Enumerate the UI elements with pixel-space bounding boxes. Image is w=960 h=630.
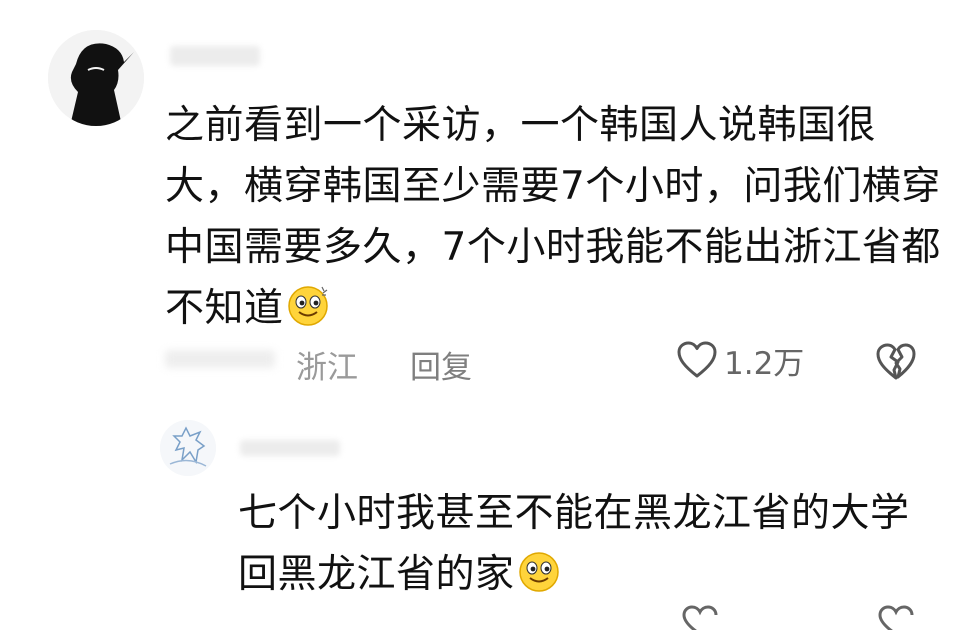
- broken-heart-icon[interactable]: [876, 604, 916, 630]
- like-count: 1.2万: [724, 345, 805, 382]
- comment-body: 之前看到一个采访，一个韩国人说韩国很大，横穿韩国至少需要7个小时，问我们横穿中国…: [165, 95, 945, 339]
- silhouette-avatar-icon: [48, 30, 144, 126]
- reply-commenter-avatar[interactable]: [160, 420, 216, 476]
- commenter-avatar[interactable]: [48, 30, 144, 126]
- smirk-emoji-icon: [287, 286, 328, 326]
- sketch-avatar-icon: [160, 420, 216, 476]
- heart-outline-icon[interactable]: [680, 604, 720, 630]
- reply-text: 七个小时我甚至不能在黑龙江省的大学回黑龙江省的家: [238, 491, 910, 597]
- timestamp-redacted: [165, 350, 275, 368]
- dislike-button[interactable]: [874, 340, 918, 384]
- location-label: 浙江: [296, 350, 358, 386]
- reply-body: 七个小时我甚至不能在黑龙江省的大学回黑龙江省的家: [238, 483, 938, 605]
- comment-text: 之前看到一个采访，一个韩国人说韩国很大，横穿韩国至少需要7个小时，问我们横穿中国…: [165, 103, 941, 331]
- like-button[interactable]: 1.2万: [676, 338, 804, 382]
- smirk-emoji-icon: [518, 552, 559, 592]
- broken-heart-icon: [876, 343, 916, 380]
- heart-outline-icon: [677, 341, 717, 378]
- reply-commenter-name-redacted[interactable]: [240, 440, 340, 456]
- commenter-name-redacted[interactable]: [170, 46, 260, 66]
- reply-button[interactable]: 回复: [410, 342, 472, 387]
